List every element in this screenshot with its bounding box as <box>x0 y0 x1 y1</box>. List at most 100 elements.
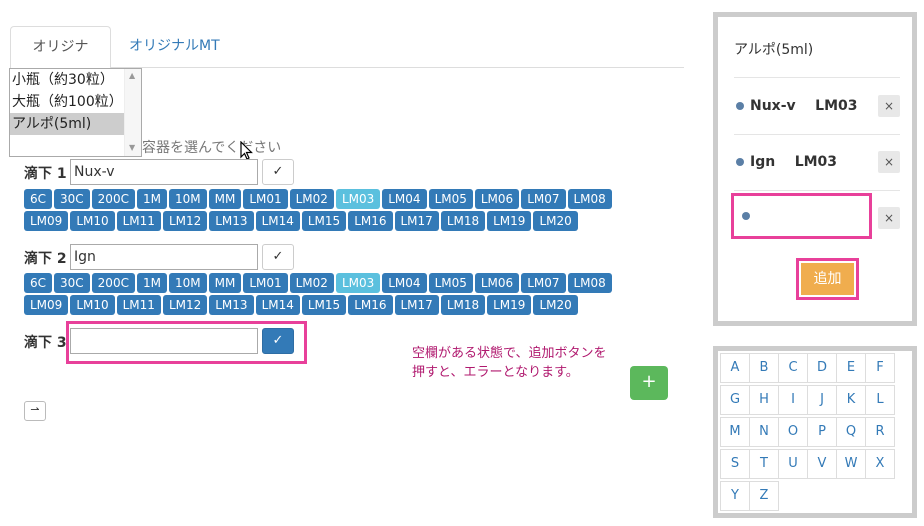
add-button[interactable]: 追加 <box>801 263 854 295</box>
container-option-large[interactable]: 大瓶（約100粒） <box>10 91 124 113</box>
potency-button-lm14[interactable]: LM14 <box>255 211 300 231</box>
potency-button-6c[interactable]: 6C <box>24 189 53 209</box>
potency-button-lm08[interactable]: LM08 <box>567 189 612 209</box>
dose-1-confirm-button[interactable]: ✓ <box>262 159 294 185</box>
container-option-alupo[interactable]: アルポ(5ml) <box>10 113 124 135</box>
tab-original-mt[interactable]: オリジナルMT <box>114 26 235 68</box>
potency-button-lm11[interactable]: LM11 <box>116 295 161 315</box>
potency-button-10m[interactable]: 10M <box>168 273 207 293</box>
potency-button-lm20[interactable]: LM20 <box>533 295 578 315</box>
potency-button-lm14[interactable]: LM14 <box>255 295 300 315</box>
potency-button-lm05[interactable]: LM05 <box>428 189 473 209</box>
container-option-small[interactable]: 小瓶（約30粒） <box>10 69 124 91</box>
container-select[interactable]: 小瓶（約30粒） 大瓶（約100粒） アルポ(5ml) ▲ ▼ <box>9 68 142 157</box>
potency-button-lm19[interactable]: LM19 <box>487 295 532 315</box>
key-y[interactable]: Y <box>720 481 750 511</box>
dose-3-input[interactable] <box>70 328 258 354</box>
key-i[interactable]: I <box>778 385 808 415</box>
dose-2-input[interactable]: Ign <box>70 244 258 270</box>
potency-button-lm13[interactable]: LM13 <box>209 211 254 231</box>
potency-button-lm04[interactable]: LM04 <box>382 273 427 293</box>
potency-button-lm10[interactable]: LM10 <box>70 295 115 315</box>
potency-button-lm18[interactable]: LM18 <box>440 295 486 315</box>
potency-button-lm03[interactable]: LM03 <box>335 273 381 293</box>
key-m[interactable]: M <box>720 417 750 447</box>
potency-button-lm02[interactable]: LM02 <box>289 273 334 293</box>
potency-button-30c[interactable]: 30C <box>54 273 90 293</box>
potency-button-lm02[interactable]: LM02 <box>289 189 334 209</box>
potency-button-1m[interactable]: 1M <box>136 189 167 209</box>
key-s[interactable]: S <box>720 449 750 479</box>
key-d[interactable]: D <box>807 353 837 383</box>
potency-button-lm13[interactable]: LM13 <box>209 295 254 315</box>
key-e[interactable]: E <box>836 353 866 383</box>
key-v[interactable]: V <box>807 449 837 479</box>
potency-button-lm09[interactable]: LM09 <box>24 295 69 315</box>
key-r[interactable]: R <box>865 417 895 447</box>
key-z[interactable]: Z <box>749 481 779 511</box>
key-b[interactable]: B <box>749 353 779 383</box>
tab-original[interactable]: オリジナル <box>10 26 111 95</box>
potency-button-lm11[interactable]: LM11 <box>116 211 161 231</box>
key-n[interactable]: N <box>749 417 779 447</box>
potency-button-lm12[interactable]: LM12 <box>162 211 208 231</box>
potency-button-mm[interactable]: MM <box>208 273 242 293</box>
key-u[interactable]: U <box>778 449 808 479</box>
key-k[interactable]: K <box>836 385 866 415</box>
key-p[interactable]: P <box>807 417 837 447</box>
potency-button-lm15[interactable]: LM15 <box>301 211 347 231</box>
potency-button-200c[interactable]: 200C <box>91 189 135 209</box>
scroll-down-icon[interactable]: ▼ <box>129 143 135 152</box>
potency-button-lm18[interactable]: LM18 <box>440 211 486 231</box>
potency-button-mm[interactable]: MM <box>208 189 242 209</box>
dose-3-confirm-button[interactable]: ✓ <box>262 328 294 354</box>
key-q[interactable]: Q <box>836 417 866 447</box>
potency-button-6c[interactable]: 6C <box>24 273 53 293</box>
toggle-button[interactable]: ⇀ <box>24 401 46 421</box>
potency-button-lm19[interactable]: LM19 <box>487 211 532 231</box>
potency-button-lm01[interactable]: LM01 <box>243 189 288 209</box>
potency-button-lm06[interactable]: LM06 <box>474 189 520 209</box>
potency-button-lm20[interactable]: LM20 <box>533 211 578 231</box>
remove-item-1-button[interactable]: × <box>878 95 900 117</box>
remove-item-2-button[interactable]: × <box>878 151 900 173</box>
potency-button-lm08[interactable]: LM08 <box>567 273 612 293</box>
key-c[interactable]: C <box>778 353 808 383</box>
potency-button-lm01[interactable]: LM01 <box>243 273 288 293</box>
potency-button-lm16[interactable]: LM16 <box>348 295 393 315</box>
potency-button-lm10[interactable]: LM10 <box>70 211 115 231</box>
key-w[interactable]: W <box>836 449 866 479</box>
potency-button-lm12[interactable]: LM12 <box>162 295 208 315</box>
key-j[interactable]: J <box>807 385 837 415</box>
potency-button-10m[interactable]: 10M <box>168 189 207 209</box>
key-a[interactable]: A <box>720 353 750 383</box>
key-t[interactable]: T <box>749 449 779 479</box>
key-f[interactable]: F <box>865 353 895 383</box>
potency-button-1m[interactable]: 1M <box>136 273 167 293</box>
potency-button-lm07[interactable]: LM07 <box>521 273 566 293</box>
bullet-icon <box>736 158 744 166</box>
potency-button-lm04[interactable]: LM04 <box>382 189 427 209</box>
remove-empty-button[interactable]: × <box>878 207 900 229</box>
potency-button-lm17[interactable]: LM17 <box>394 211 439 231</box>
potency-button-lm15[interactable]: LM15 <box>301 295 347 315</box>
key-o[interactable]: O <box>778 417 808 447</box>
potency-button-200c[interactable]: 200C <box>91 273 135 293</box>
potency-button-lm06[interactable]: LM06 <box>474 273 520 293</box>
listbox-scrollbar[interactable]: ▲ ▼ <box>124 69 141 156</box>
potency-button-lm05[interactable]: LM05 <box>428 273 473 293</box>
key-g[interactable]: G <box>720 385 750 415</box>
dose-1-input[interactable]: Nux-v <box>70 159 258 185</box>
potency-button-lm17[interactable]: LM17 <box>394 295 439 315</box>
scroll-up-icon[interactable]: ▲ <box>129 71 135 80</box>
dose-2-confirm-button[interactable]: ✓ <box>262 244 294 270</box>
potency-button-lm03[interactable]: LM03 <box>335 189 381 209</box>
key-h[interactable]: H <box>749 385 779 415</box>
potency-button-lm16[interactable]: LM16 <box>348 211 393 231</box>
add-row-button[interactable]: + <box>630 366 668 400</box>
key-x[interactable]: X <box>865 449 895 479</box>
potency-button-30c[interactable]: 30C <box>54 189 90 209</box>
key-l[interactable]: L <box>865 385 895 415</box>
potency-button-lm09[interactable]: LM09 <box>24 211 69 231</box>
potency-button-lm07[interactable]: LM07 <box>521 189 566 209</box>
